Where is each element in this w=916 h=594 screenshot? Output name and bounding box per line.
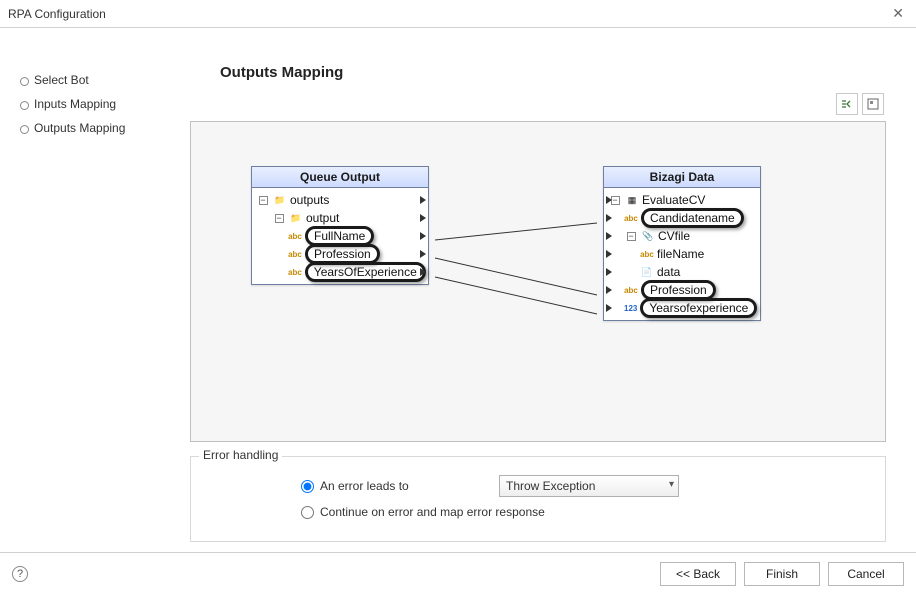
radio-label: An error leads to — [320, 479, 409, 493]
sidebar-item-outputs-mapping[interactable]: Outputs Mapping — [20, 116, 170, 140]
error-action-select[interactable]: Throw Exception ▾ — [499, 475, 679, 497]
tree-row[interactable]: abcCandidatename — [608, 209, 756, 227]
tree-row[interactable]: abcFullName — [256, 227, 424, 245]
tree-row[interactable]: −▦EvaluateCV — [608, 191, 756, 209]
chevron-down-icon: ▾ — [669, 479, 674, 490]
content: Select Bot Inputs Mapping Outputs Mappin… — [0, 28, 916, 552]
tree-row[interactable]: abcProfession — [256, 245, 424, 263]
canvas-toolbar — [190, 93, 884, 115]
titlebar: RPA Configuration ✕ — [0, 0, 916, 28]
map-layout-button[interactable] — [836, 93, 858, 115]
bizagi-data-panel[interactable]: Bizagi Data −▦EvaluateCVabcCandidatename… — [603, 166, 761, 321]
sidebar-item-inputs-mapping[interactable]: Inputs Mapping — [20, 92, 170, 116]
close-icon[interactable]: ✕ — [888, 5, 908, 22]
main: Outputs Mapping Queue Output −📁outputs−📁… — [180, 28, 916, 552]
tree-row[interactable]: −📁outputs — [256, 191, 424, 209]
view-button[interactable] — [862, 93, 884, 115]
error-legend: Error handling — [199, 448, 282, 462]
help-icon[interactable]: ? — [12, 566, 28, 582]
tree-row-label: outputs — [290, 193, 329, 207]
tree-row-label: FullName — [305, 226, 374, 246]
error-leads-to-radio[interactable]: An error leads to — [301, 479, 491, 493]
mapping-canvas[interactable]: Queue Output −📁outputs−📁outputabcFullNam… — [190, 121, 886, 442]
tree-row-label: Profession — [641, 280, 716, 300]
tree-row-label: YearsOfExperience — [305, 262, 426, 282]
tree-row-label: Candidatename — [641, 208, 744, 228]
tree-row-label: Profession — [305, 244, 380, 264]
tree-row[interactable]: −📁output — [256, 209, 424, 227]
tree-row-label: CVfile — [658, 229, 690, 243]
tree-row[interactable]: abcfileName — [608, 245, 756, 263]
tree-row[interactable]: 123Yearsofexperience — [608, 299, 756, 317]
tree-row[interactable]: abcProfession — [608, 281, 756, 299]
page-title: Outputs Mapping — [220, 64, 886, 81]
tree-row-label: EvaluateCV — [642, 193, 705, 207]
sidebar-item-label: Inputs Mapping — [34, 97, 116, 111]
tree-row[interactable]: −📎CVfile — [608, 227, 756, 245]
finish-button[interactable]: Finish — [744, 562, 820, 586]
wizard-sidebar: Select Bot Inputs Mapping Outputs Mappin… — [0, 28, 180, 552]
radio-label: Continue on error and map error response — [320, 505, 545, 519]
tree-row-label: data — [657, 265, 680, 279]
tree-row[interactable]: abcYearsOfExperience — [256, 263, 424, 281]
continue-on-error-radio[interactable]: Continue on error and map error response — [301, 505, 545, 519]
tree-row-label: fileName — [657, 247, 704, 261]
cancel-button[interactable]: Cancel — [828, 562, 904, 586]
tree-row[interactable]: 📄data — [608, 263, 756, 281]
queue-output-panel[interactable]: Queue Output −📁outputs−📁outputabcFullNam… — [251, 166, 429, 285]
sidebar-item-label: Outputs Mapping — [34, 121, 125, 135]
panel-header: Bizagi Data — [604, 167, 760, 188]
back-button[interactable]: << Back — [660, 562, 736, 586]
error-handling-section: Error handling An error leads to Throw E… — [190, 456, 886, 542]
select-value: Throw Exception — [506, 479, 595, 493]
window-title: RPA Configuration — [8, 7, 106, 21]
sidebar-item-label: Select Bot — [34, 73, 89, 87]
tree-row-label: output — [306, 211, 339, 225]
panel-header: Queue Output — [252, 167, 428, 188]
tree-row-label: Yearsofexperience — [640, 298, 757, 318]
footer: ? << Back Finish Cancel — [0, 552, 916, 594]
sidebar-item-select-bot[interactable]: Select Bot — [20, 68, 170, 92]
